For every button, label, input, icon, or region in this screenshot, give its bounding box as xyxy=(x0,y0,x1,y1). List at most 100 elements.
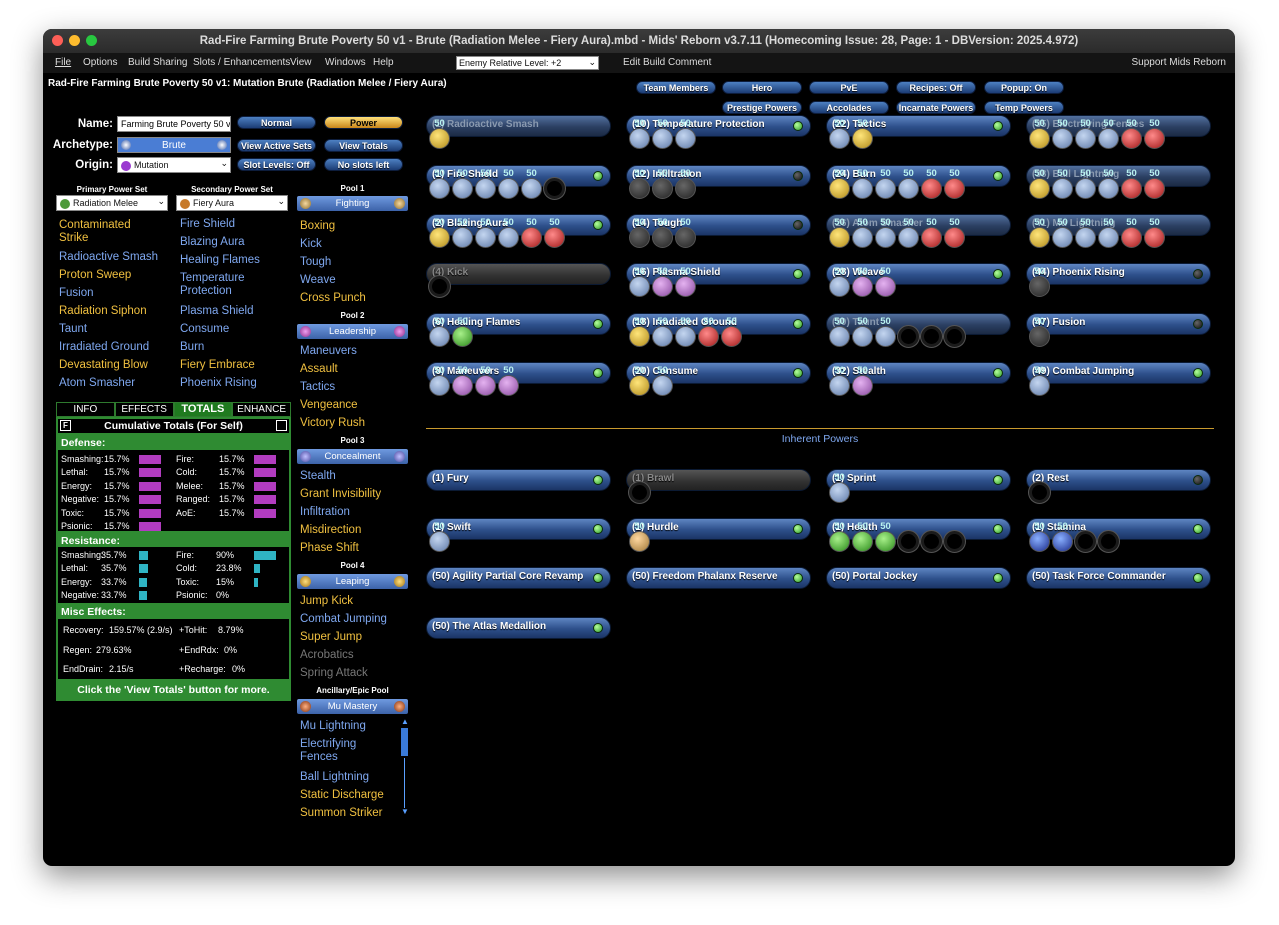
enhancement-icon[interactable]: 50 xyxy=(475,218,496,248)
recipes-toggle[interactable]: Recipes: Off xyxy=(896,81,976,94)
pool-power[interactable]: Cross Punch xyxy=(300,292,366,305)
enhancement-icon[interactable]: 50 xyxy=(629,267,650,297)
empty-slot-icon[interactable] xyxy=(921,326,942,347)
menu-options[interactable]: Options xyxy=(83,57,117,68)
power-slot-button[interactable]: (2) Rest xyxy=(1026,469,1211,503)
enhancement-icon[interactable]: 50 xyxy=(498,218,519,248)
power-slot-button[interactable]: (18) Irradiated Ground 50 50 50 50 50 xyxy=(626,313,811,347)
primary-power[interactable]: Taunt xyxy=(59,323,87,336)
enhancement-icon[interactable]: 50 xyxy=(1029,169,1050,199)
enhancement-icon[interactable]: 50 xyxy=(1052,218,1073,248)
enhancement-icon[interactable]: 50 xyxy=(852,317,873,347)
tab-totals[interactable]: TOTALS xyxy=(173,402,233,417)
power-status-icon[interactable] xyxy=(993,368,1003,378)
enhancement-icon[interactable]: 50 xyxy=(1121,119,1142,149)
enhancement-icon[interactable]: 50 xyxy=(852,119,873,149)
power-slot-button[interactable]: (1) Fire Shield 50 50 50 50 50 xyxy=(426,165,611,199)
power-status-icon[interactable] xyxy=(993,475,1003,485)
power-slot-button[interactable]: (10) Temperature Protection 50 50 50 xyxy=(626,115,811,149)
power-slot-button[interactable]: (49) Combat Jumping 50 xyxy=(1026,362,1211,396)
pool-power[interactable]: Electrifying Fences xyxy=(300,738,390,764)
pool-power[interactable]: Super Jump xyxy=(300,631,362,644)
primary-power[interactable]: Fusion xyxy=(59,287,94,300)
enhancement-icon[interactable]: 50 xyxy=(1029,317,1050,347)
secondary-power[interactable]: Phoenix Rising xyxy=(180,377,257,390)
enhancement-icon[interactable]: 50 xyxy=(829,473,850,503)
enhancement-icon[interactable]: 50 xyxy=(675,169,696,199)
power-status-icon[interactable] xyxy=(793,524,803,534)
enhancement-icon[interactable]: 50 xyxy=(852,169,873,199)
primary-power[interactable]: Atom Smasher xyxy=(59,377,135,390)
enhancement-icon[interactable]: 50 xyxy=(521,169,542,199)
power-status-icon[interactable] xyxy=(1193,368,1203,378)
pool-power[interactable]: Spring Attack xyxy=(300,667,368,680)
empty-slot-icon[interactable] xyxy=(944,531,965,552)
secondary-set-select[interactable]: Fiery Aura ⌄ xyxy=(176,195,288,211)
enhancement-icon[interactable]: 50 xyxy=(898,169,919,199)
power-status-icon[interactable] xyxy=(593,220,603,230)
power-slot-button[interactable]: (30) Taunt 50 50 50 xyxy=(826,313,1011,347)
power-status-icon[interactable] xyxy=(793,319,803,329)
enhancement-icon[interactable]: 50 xyxy=(875,218,896,248)
enhancement-icon[interactable]: 50 xyxy=(429,366,450,396)
power-slot-button[interactable]: (2) Blazing Aura 50 50 50 50 50 50 xyxy=(426,214,611,248)
secondary-power[interactable]: Fiery Embrace xyxy=(180,359,255,372)
enhancement-icon[interactable]: 50 xyxy=(629,317,650,347)
pool-power[interactable]: Boxing xyxy=(300,220,335,233)
enhancement-icon[interactable]: 50 xyxy=(921,169,942,199)
pool-power[interactable]: Misdirection xyxy=(300,524,361,537)
pool-power[interactable]: Acrobatics xyxy=(300,649,354,662)
enhancement-icon[interactable]: 50 xyxy=(1075,169,1096,199)
menu-windows[interactable]: Windows xyxy=(325,57,366,68)
power-slot-button[interactable]: (24) Burn 50 50 50 50 50 50 xyxy=(826,165,1011,199)
enhancement-icon[interactable]: 50 xyxy=(1144,218,1165,248)
enhancement-icon[interactable]: 50 xyxy=(498,169,519,199)
origin-select[interactable]: Mutation ⌄ xyxy=(117,157,231,173)
power-slot-button[interactable]: (16) Plasma Shield 50 50 50 xyxy=(626,263,811,297)
enhancement-icon[interactable]: 50 xyxy=(829,267,850,297)
no-slots-left-button[interactable]: No slots left xyxy=(324,158,403,171)
empty-slot-icon[interactable] xyxy=(544,178,565,199)
primary-power[interactable]: Radioactive Smash xyxy=(59,251,158,264)
enhancement-icon[interactable]: 50 xyxy=(1121,169,1142,199)
enhancement-icon[interactable]: 50 xyxy=(1052,522,1073,552)
enhancement-icon[interactable]: 50 xyxy=(429,119,450,149)
enhancement-icon[interactable]: 50 xyxy=(875,169,896,199)
name-input[interactable]: Farming Brute Poverty 50 v1 xyxy=(117,116,231,132)
enhancement-icon[interactable]: 50 xyxy=(475,366,496,396)
empty-slot-icon[interactable] xyxy=(898,531,919,552)
enhancement-icon[interactable]: 50 xyxy=(1029,119,1050,149)
power-status-icon[interactable] xyxy=(593,573,603,583)
enhancement-icon[interactable]: 50 xyxy=(429,169,450,199)
enhancement-icon[interactable]: 50 xyxy=(629,169,650,199)
f-button[interactable]: F xyxy=(60,420,71,431)
power-status-icon[interactable] xyxy=(793,368,803,378)
power-status-icon[interactable] xyxy=(593,623,603,633)
pool1-select[interactable]: Fighting xyxy=(297,196,408,211)
enhancement-icon[interactable]: 50 xyxy=(429,317,450,347)
menu-slots-enhancements[interactable]: Slots / Enhancements xyxy=(193,57,290,68)
menu-file[interactable]: File xyxy=(55,57,71,68)
menu-build-sharing[interactable]: Build Sharing xyxy=(128,57,187,68)
enhancement-icon[interactable]: 50 xyxy=(675,119,696,149)
enhancement-icon[interactable]: 50 xyxy=(1144,169,1165,199)
power-slot-button[interactable]: (50) Freedom Phalanx Reserve xyxy=(626,567,811,589)
secondary-power[interactable]: Temperature Protection xyxy=(180,272,270,298)
enhancement-icon[interactable]: 50 xyxy=(675,218,696,248)
power-slot-button[interactable]: (35) Electrifying Fences 50 50 50 50 50 50 xyxy=(1026,115,1211,149)
enhancement-icon[interactable]: 50 xyxy=(429,218,450,248)
enhancement-icon[interactable]: 50 xyxy=(1029,366,1050,396)
enhancement-icon[interactable]: 50 xyxy=(544,218,565,248)
close-window-button[interactable] xyxy=(52,35,63,46)
enhancement-icon[interactable]: 50 xyxy=(875,522,896,552)
enhancement-icon[interactable]: 50 xyxy=(921,218,942,248)
pve-button[interactable]: PvE xyxy=(809,81,889,94)
scroll-down-icon[interactable]: ▼ xyxy=(401,808,409,816)
power-status-icon[interactable] xyxy=(593,524,603,534)
pool-power[interactable]: Mu Lightning xyxy=(300,720,366,733)
power-mode-button[interactable]: Power xyxy=(324,116,403,129)
empty-slot-icon[interactable] xyxy=(898,326,919,347)
view-totals-button[interactable]: View Totals xyxy=(324,139,403,152)
power-status-icon[interactable] xyxy=(593,171,603,181)
enhancement-icon[interactable]: 50 xyxy=(652,366,673,396)
